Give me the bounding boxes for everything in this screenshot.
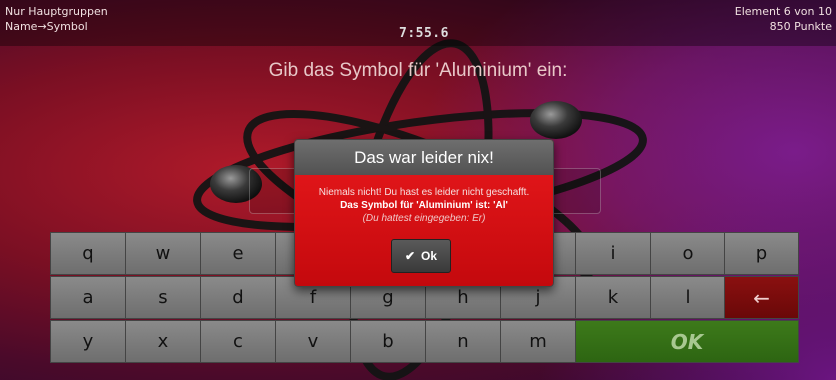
backspace-key[interactable]: ← [724, 276, 799, 319]
progress-info: Element 6 von 10 850 Punkte [735, 4, 832, 34]
key-b[interactable]: b [350, 320, 426, 363]
result-dialog: Das war leider nix! Niemals nicht! Du ha… [294, 139, 554, 287]
question-prompt: Gib das Symbol für 'Aluminium' ein: [268, 60, 568, 81]
key-x[interactable]: x [125, 320, 201, 363]
key-m[interactable]: m [500, 320, 576, 363]
key-v[interactable]: v [275, 320, 351, 363]
key-k[interactable]: k [575, 276, 651, 319]
element-progress: Element 6 von 10 [734, 5, 832, 18]
dialog-ok-button[interactable]: ✔ Ok [391, 239, 451, 273]
score: 850 Punkte [769, 20, 832, 33]
key-c[interactable]: c [200, 320, 276, 363]
mode-info: Nur Hauptgruppen Name→Symbol [5, 4, 108, 34]
mode-filter-label: Nur Hauptgruppen [5, 5, 108, 18]
key-a[interactable]: a [50, 276, 126, 319]
key-l[interactable]: l [650, 276, 726, 319]
dialog-correct-answer: Das Symbol für 'Aluminium' ist: 'Al' [340, 200, 508, 211]
dialog-ok-label: Ok [421, 249, 438, 263]
check-icon: ✔ [404, 249, 416, 263]
dialog-user-answer: (Du hattest eingegeben: Er) [362, 213, 486, 224]
key-w[interactable]: w [125, 232, 201, 275]
key-s[interactable]: s [125, 276, 201, 319]
key-d[interactable]: d [200, 276, 276, 319]
timer: 7:55.6 [399, 26, 449, 41]
key-i[interactable]: i [575, 232, 651, 275]
key-p[interactable]: p [724, 232, 799, 275]
mode-direction-label: Name→Symbol [5, 20, 88, 33]
key-q[interactable]: q [50, 232, 126, 275]
dialog-title: Das war leider nix! [295, 140, 553, 175]
top-bar: Nur Hauptgruppen Name→Symbol 7:55.6 Elem… [0, 0, 836, 46]
key-y[interactable]: y [50, 320, 126, 363]
dialog-message: Niemals nicht! Du hast es leider nicht g… [318, 187, 530, 198]
key-o[interactable]: o [650, 232, 726, 275]
dialog-body: Niemals nicht! Du hast es leider nicht g… [295, 175, 553, 225]
key-n[interactable]: n [425, 320, 501, 363]
ok-key[interactable]: OK [575, 320, 799, 363]
key-e[interactable]: e [200, 232, 276, 275]
